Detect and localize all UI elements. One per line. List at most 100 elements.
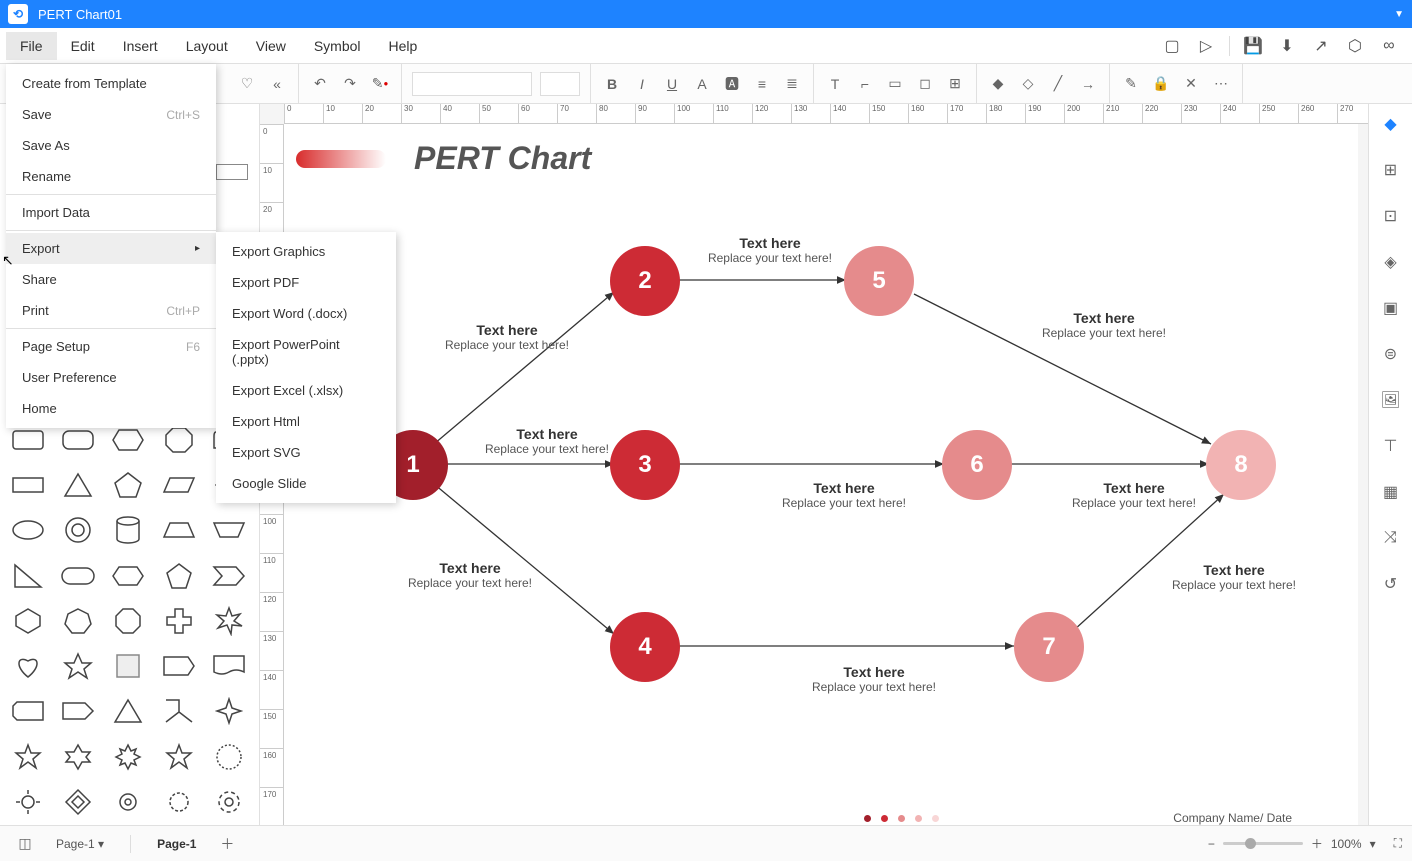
shape-trapezoid[interactable] <box>157 512 201 548</box>
collapse-icon[interactable]: « <box>262 69 292 99</box>
font-family-select[interactable] <box>412 72 532 96</box>
shape-burst[interactable] <box>207 603 251 639</box>
bold-button[interactable]: B <box>597 69 627 99</box>
shape-document[interactable] <box>207 648 251 684</box>
layers-panel-icon[interactable]: ⊞ <box>1379 158 1403 182</box>
shape-cross[interactable] <box>157 603 201 639</box>
menu-home[interactable]: Home <box>6 393 216 424</box>
highlight-button[interactable]: 🅰 <box>717 69 747 99</box>
titlebar-caret-icon[interactable]: ▼ <box>1394 9 1404 20</box>
tools-icon[interactable]: ✕ <box>1176 69 1206 99</box>
menu-save-as[interactable]: Save As <box>6 130 216 161</box>
heart-icon[interactable]: ♡ <box>232 69 262 99</box>
shape-sun[interactable] <box>6 784 50 820</box>
export-powerpoint[interactable]: Export PowerPoint (.pptx) <box>216 329 396 375</box>
font-size-select[interactable] <box>540 72 580 96</box>
history-icon[interactable]: ↺ <box>1379 572 1403 596</box>
shape-donut[interactable] <box>56 512 100 548</box>
play-icon[interactable]: ▷ <box>1193 33 1219 59</box>
export-pdf[interactable]: Export PDF <box>216 267 396 298</box>
stack-panel-icon[interactable]: ◈ <box>1379 250 1403 274</box>
lock-icon[interactable]: 🔒 <box>1146 69 1176 99</box>
shape-triangle[interactable] <box>56 467 100 503</box>
menu-edit[interactable]: Edit <box>57 32 109 60</box>
font-color-button[interactable]: A <box>687 69 717 99</box>
shape-flag[interactable] <box>157 648 201 684</box>
shape-cylinder[interactable] <box>106 512 150 548</box>
menu-page-setup[interactable]: Page SetupF6 <box>6 331 216 362</box>
undo-button[interactable]: ↶ <box>305 69 335 99</box>
grid-panel-icon[interactable]: ⊡ <box>1379 204 1403 228</box>
line-spacing-button[interactable]: ≣ <box>777 69 807 99</box>
shape-diamond-2[interactable] <box>56 784 100 820</box>
export-graphics[interactable]: Export Graphics <box>216 236 396 267</box>
export-google-slide[interactable]: Google Slide <box>216 468 396 499</box>
edit-icon[interactable]: ✎ <box>1116 69 1146 99</box>
menu-user-preference[interactable]: User Preference <box>6 362 216 393</box>
text-box-button[interactable]: T <box>820 69 850 99</box>
add-page-button[interactable]: ＋ <box>212 829 242 859</box>
more-icon[interactable]: ⋯ <box>1206 69 1236 99</box>
node-4[interactable]: 4 <box>610 612 680 682</box>
menu-print[interactable]: PrintCtrl+P <box>6 295 216 326</box>
menu-layout[interactable]: Layout <box>172 32 242 60</box>
shape2-button[interactable]: ◻ <box>910 69 940 99</box>
shape-parallelogram[interactable] <box>157 467 201 503</box>
image-icon[interactable]: 🖼 <box>1379 388 1403 412</box>
shape-capsule[interactable] <box>56 558 100 594</box>
shape-arrow-pentagon[interactable] <box>56 693 100 729</box>
menu-create-from-template[interactable]: Create from Template <box>6 68 216 99</box>
shuffle-icon[interactable]: ⤨ <box>1379 526 1403 550</box>
menu-file[interactable]: File <box>6 32 57 60</box>
shape-rect[interactable] <box>6 467 50 503</box>
shape-button[interactable]: ▭ <box>880 69 910 99</box>
menu-share-item[interactable]: Share <box>6 264 216 295</box>
menu-help[interactable]: Help <box>375 32 432 60</box>
screenshot-icon[interactable]: ▢ <box>1159 33 1185 59</box>
menu-symbol[interactable]: Symbol <box>300 32 375 60</box>
shape-pentagon-2[interactable] <box>157 558 201 594</box>
data-icon[interactable]: ▦ <box>1379 480 1403 504</box>
shape-hexagon-2[interactable] <box>6 603 50 639</box>
shape-star-outline[interactable] <box>157 739 201 775</box>
shape-heptagon[interactable] <box>56 603 100 639</box>
node-7[interactable]: 7 <box>1014 612 1084 682</box>
glasses-icon[interactable]: ∞ <box>1376 33 1402 59</box>
menu-rename[interactable]: Rename <box>6 161 216 192</box>
canvas[interactable]: PERT Chart 1 2 5 3 <box>284 124 1358 825</box>
shape-ellipse[interactable] <box>6 512 50 548</box>
italic-button[interactable]: I <box>627 69 657 99</box>
shape-triangle-right[interactable] <box>6 558 50 594</box>
save-icon[interactable]: 💾 <box>1240 33 1266 59</box>
menu-view[interactable]: View <box>242 32 300 60</box>
shape-seal[interactable] <box>207 739 251 775</box>
export-excel[interactable]: Export Excel (.xlsx) <box>216 375 396 406</box>
zoom-in-button[interactable]: ＋ <box>1311 835 1323 852</box>
menu-save[interactable]: SaveCtrl+S <box>6 99 216 130</box>
line-button[interactable]: ╱ <box>1043 69 1073 99</box>
menu-insert[interactable]: Insert <box>109 32 172 60</box>
panel-toggle-icon[interactable]: ◫ <box>10 829 40 859</box>
share-icon[interactable]: ⬡ <box>1342 33 1368 59</box>
shape-hex-flat[interactable] <box>106 558 150 594</box>
shape-square[interactable] <box>106 648 150 684</box>
node-2[interactable]: 2 <box>610 246 680 316</box>
export-svg[interactable]: Export SVG <box>216 437 396 468</box>
shape-star-4[interactable] <box>207 693 251 729</box>
node-5[interactable]: 5 <box>844 246 914 316</box>
connector-button[interactable]: ⌐ <box>850 69 880 99</box>
style-panel-icon[interactable]: ◆ <box>1379 112 1403 136</box>
page-selector[interactable]: Page-1 ▾ <box>40 833 120 855</box>
shape-heart[interactable] <box>6 648 50 684</box>
zoom-out-button[interactable]: − <box>1208 837 1215 851</box>
shape-triangle-up[interactable] <box>106 693 150 729</box>
menu-import-data[interactable]: Import Data <box>6 197 216 228</box>
download-icon[interactable]: ⬇ <box>1274 33 1300 59</box>
fill-button[interactable]: ◆ <box>983 69 1013 99</box>
redo-button[interactable]: ↷ <box>335 69 365 99</box>
arrow-button[interactable]: → <box>1073 69 1103 99</box>
database-icon[interactable]: ⊜ <box>1379 342 1403 366</box>
shape-pentagon[interactable] <box>106 467 150 503</box>
shape-gear[interactable] <box>106 784 150 820</box>
shape-star-8[interactable] <box>106 739 150 775</box>
